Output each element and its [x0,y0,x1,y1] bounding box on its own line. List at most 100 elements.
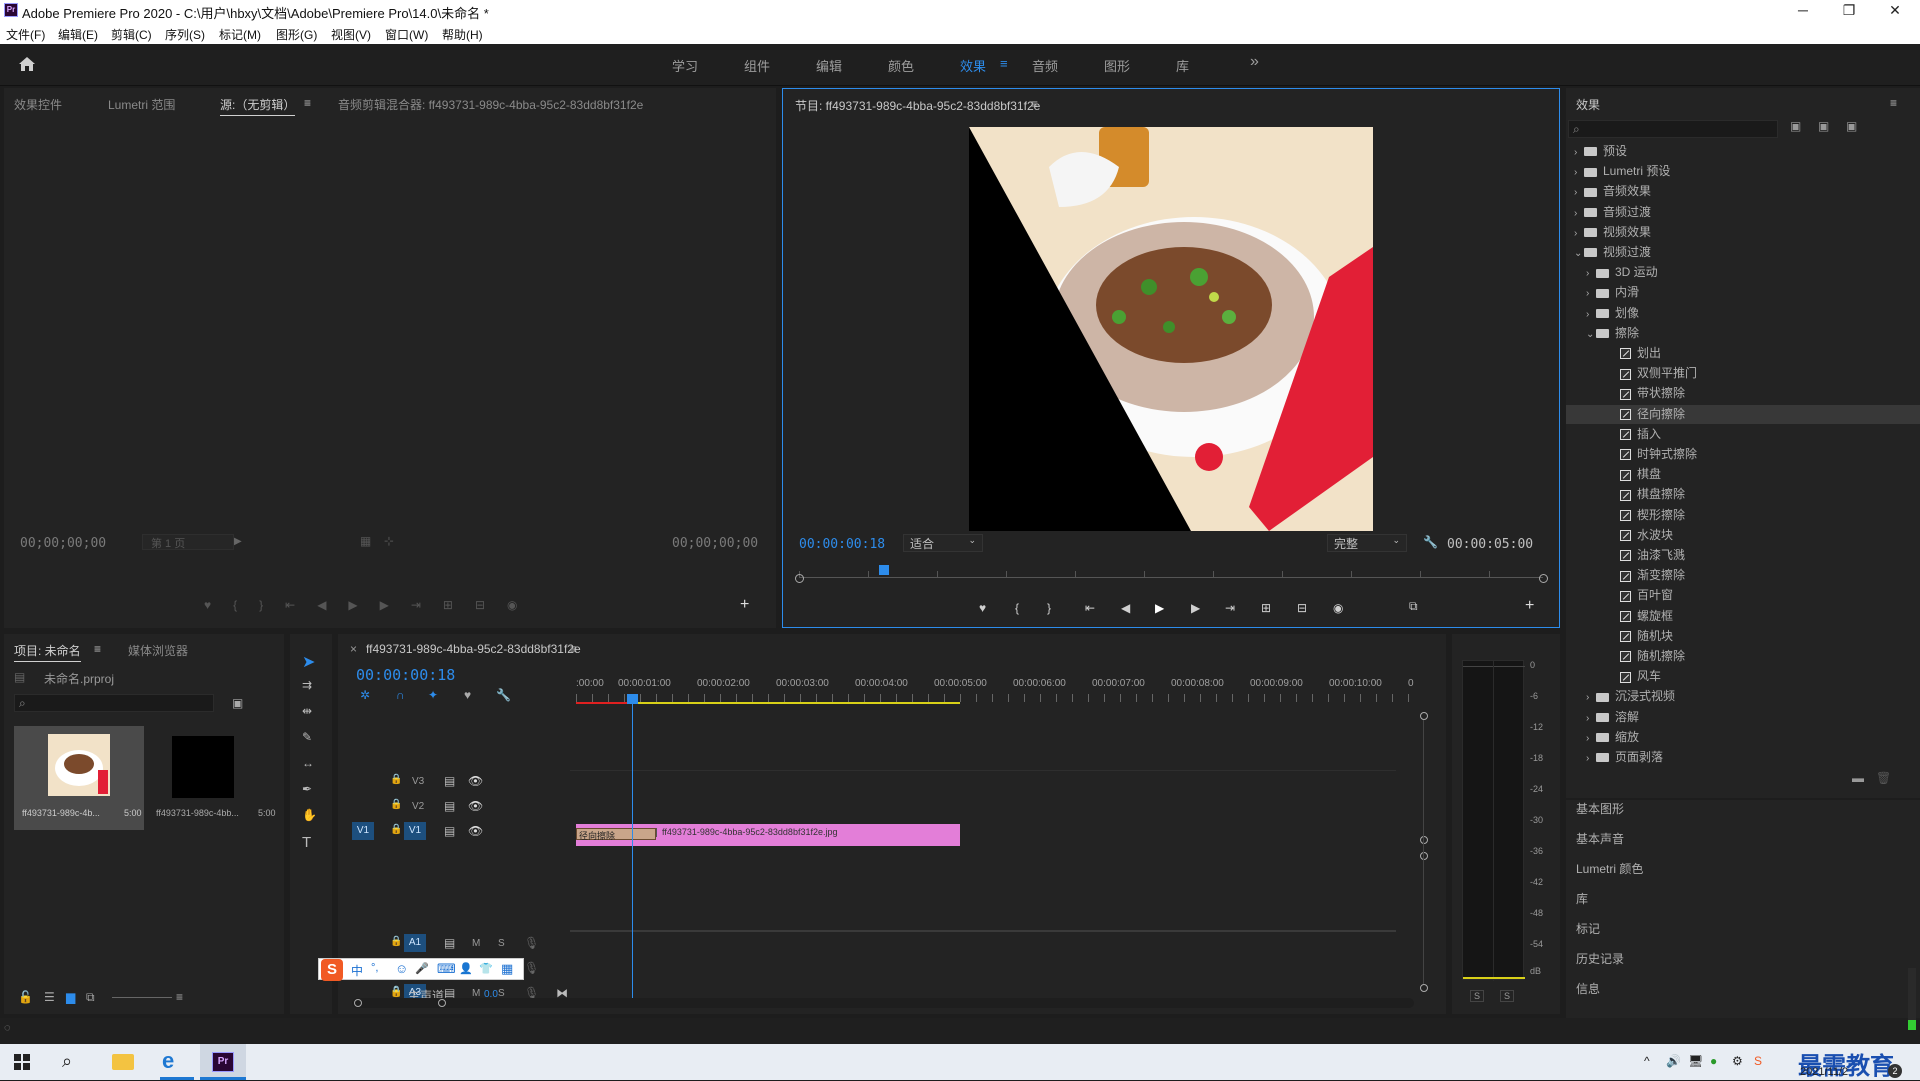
nest-toggle-icon[interactable]: ✲ [360,688,370,702]
effects-tree-item[interactable]: › 3D 运动 [1566,263,1920,282]
menu-help[interactable]: 帮助(H) [442,26,483,43]
effects-tree-item[interactable]: 时钟式擦除 [1566,445,1920,464]
delete-icon[interactable]: 🗑 [1876,771,1891,785]
effects-tree-item[interactable]: › 音频效果 [1566,182,1920,201]
windows-start-icon[interactable] [14,1054,30,1070]
keyboard-icon[interactable]: ⌨ [437,961,456,977]
edge-browser-icon[interactable]: e [162,1048,174,1074]
menu-window[interactable]: 窗口(W) [385,26,428,43]
menu-edit[interactable]: 编辑(E) [58,26,98,43]
mic-icon[interactable]: 🎙 [524,936,539,950]
chevron-right-icon[interactable]: › [1586,709,1596,728]
v-scroll-handle[interactable] [1420,984,1428,992]
effects-tree-item[interactable]: 插入 [1566,425,1920,444]
microphone-icon[interactable]: 🎤 [415,962,429,975]
source-transport-controls[interactable]: ♥{}⇤◀▶▶⇥⊞⊟◉ [204,598,584,614]
tray-expand-icon[interactable]: ^ [1644,1054,1650,1068]
page-next-icon[interactable]: ▶ [234,536,242,547]
slip-tool-icon[interactable]: ↔ [302,756,314,770]
effects-search-input[interactable]: ⌕ [1568,120,1778,138]
project-item-selected[interactable]: ff493731-989c-4b... 5:00 [14,726,144,830]
type-tool-icon[interactable]: T [302,834,311,851]
go-to-out-icon[interactable]: ⇥ [1225,601,1235,615]
step-forward-icon[interactable]: ▶ [1191,601,1200,615]
effects-menu-icon[interactable]: ≡ [1890,96,1897,110]
sogou-tray-icon[interactable]: S [1754,1054,1762,1068]
effects-tree-item[interactable]: › 缩放 [1566,728,1920,747]
workspace-audio[interactable]: 音频 [1032,56,1058,75]
effects-tree-item[interactable]: 棋盘 [1566,465,1920,484]
workspace-libraries[interactable]: 库 [1176,56,1189,75]
chevron-right-icon[interactable]: › [1586,729,1596,748]
tab-media-browser[interactable]: 媒体浏览器 [128,642,188,659]
source-page-select[interactable]: 第 1 页 [142,534,234,550]
menu-sequence[interactable]: 序列(S) [165,26,205,43]
project-search-input[interactable]: ⌕ [14,694,214,712]
tray-app-icon[interactable]: ● [1710,1054,1717,1068]
panel-libraries[interactable]: 库 [1576,890,1588,907]
sync-lock-icon[interactable]: ▤ [444,824,455,838]
effects-tree-item[interactable]: › 预设 [1566,142,1920,161]
source-patch-v1[interactable]: V1 [352,822,374,840]
workspace-editing[interactable]: 编辑 [816,56,842,75]
source-add-button-icon[interactable]: + [740,596,749,614]
right-edge-scrollbar[interactable] [1908,968,1916,1030]
lift-icon[interactable]: ⊞ [1261,601,1271,615]
tab-lumetri-scopes[interactable]: Lumetri 范围 [108,96,175,113]
program-video-frame[interactable] [969,127,1373,531]
tab-source[interactable]: 源:（无剪辑） [220,96,296,116]
more-workspaces-icon[interactable]: » [1250,53,1259,71]
program-menu-icon[interactable]: ≡ [1031,97,1038,111]
v-scroll-handle[interactable] [1420,712,1428,720]
extract-icon[interactable]: ⊟ [1297,601,1307,615]
notification-badge[interactable]: 2 [1888,1064,1902,1078]
program-tab[interactable]: 节目: ff493731-989c-4bba-95c2-83dd8bf31f2e [795,97,1040,114]
timeline-playhead[interactable] [632,696,633,1008]
effects-tree-item[interactable]: 双侧平推门 [1566,364,1920,383]
program-add-button-icon[interactable]: + [1525,597,1534,615]
effects-title[interactable]: 效果 [1576,96,1600,113]
tab-audio-clip-mixer[interactable]: 音频剪辑混合器: ff493731-989c-4bba-95c2-83dd8bf… [338,96,643,113]
effects-tree-item[interactable]: 百叶窗 [1566,586,1920,605]
track-lock-icon[interactable]: 🔒 [390,936,402,947]
sync-lock-icon[interactable]: ▤ [444,799,455,813]
panel-essential-sound[interactable]: 基本声音 [1576,830,1624,847]
timeline-close-icon[interactable]: × [350,642,357,656]
linked-selection-icon[interactable]: ✦ [428,688,438,702]
32bit-effects-icon[interactable]: ▣ [1818,119,1829,133]
chevron-right-icon[interactable]: › [1574,183,1584,202]
chevron-right-icon[interactable]: › [1586,688,1596,707]
find-icon[interactable]: ▣ [232,696,243,710]
effects-tree-item[interactable]: 随机块 [1566,627,1920,646]
chevron-right-icon[interactable]: › [1574,204,1584,223]
emoji-icon[interactable]: ☺ [395,961,408,976]
sync-lock-icon[interactable]: ▤ [444,774,455,788]
effects-tree-item[interactable]: ⌄ 擦除 [1566,324,1920,343]
project-menu-icon[interactable]: ≡ [94,642,101,656]
effects-tree-item[interactable]: 楔形擦除 [1566,506,1920,525]
chevron-down-icon[interactable]: ⌄ [1574,244,1584,263]
tab-effect-controls[interactable]: 效果控件 [14,96,62,113]
ime-chinese-mode[interactable]: 中 [351,962,363,979]
track-lock-icon[interactable]: 🔒 [390,799,402,810]
timeline-timecode[interactable]: 00:00:00:18 [356,666,455,684]
effects-tree-item[interactable]: 水波块 [1566,526,1920,545]
icon-view-icon[interactable]: ▆ [66,990,75,1004]
time-ruler[interactable]: :00:00 00:00:01:00 00:00:02:00 00:00:03:… [576,678,1420,694]
go-to-in-icon[interactable]: ⇤ [1085,601,1095,615]
workspace-learn[interactable]: 学习 [672,56,698,75]
workspace-graphics[interactable]: 图形 [1104,56,1130,75]
ripple-edit-tool-icon[interactable]: ⇹ [302,704,312,718]
menu-clip[interactable]: 剪辑(C) [111,26,152,43]
menu-view[interactable]: 视图(V) [331,26,371,43]
effects-tree-item[interactable]: › 沉浸式视频 [1566,687,1920,706]
effects-tree-item[interactable]: › 视频效果 [1566,223,1920,242]
list-view-icon[interactable]: ☰ [44,990,55,1004]
timeline-settings-wrench-icon[interactable]: 🔧 [496,688,511,702]
effects-tree-item[interactable]: 径向擦除 [1566,404,1920,424]
master-lock-icon[interactable]: 🔒 [390,987,402,998]
transition-radial-wipe[interactable]: 径向擦除 [576,828,656,841]
solo-right-button[interactable]: S [1500,990,1515,1002]
track-lock-icon[interactable]: 🔒 [390,774,402,785]
program-quality-select[interactable]: 完整 ⌄ [1327,534,1407,552]
